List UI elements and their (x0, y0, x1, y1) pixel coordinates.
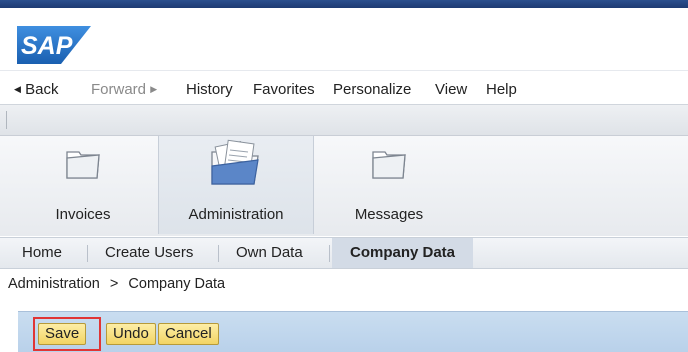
back-arrow-icon: ◀ (14, 84, 21, 94)
sap-logo: SAP (17, 26, 91, 64)
subnav-create-users[interactable]: Create Users (105, 238, 193, 268)
forward-label: Forward (91, 81, 147, 98)
documents-icon (211, 139, 259, 185)
forward-button[interactable]: Forward ▶ (91, 81, 157, 98)
subnav-separator (329, 245, 330, 262)
menu-view[interactable]: View (435, 81, 467, 98)
breadcrumb-current: Company Data (128, 276, 226, 292)
tab-messages[interactable]: Messages (312, 136, 466, 234)
header: SAP (0, 8, 688, 70)
undo-button[interactable]: Undo (106, 323, 156, 345)
breadcrumb-parent[interactable]: Administration (8, 276, 100, 292)
back-button[interactable]: ◀ Back (14, 81, 58, 98)
tab-administration-label: Administration (188, 206, 284, 223)
subnav-home[interactable]: Home (22, 238, 62, 268)
toolbar-divider (6, 111, 7, 129)
subnav-separator (218, 245, 219, 262)
tab-administration[interactable]: Administration (158, 136, 314, 234)
forward-arrow-icon: ▶ (150, 84, 158, 94)
folder-icon (372, 151, 406, 179)
menu-bar: ◀ Back Forward ▶ History Favorites Perso… (0, 70, 688, 105)
sap-logo-text: SAP (21, 32, 73, 60)
menu-history[interactable]: History (186, 81, 233, 98)
cancel-button[interactable]: Cancel (158, 323, 219, 345)
menu-personalize[interactable]: Personalize (333, 81, 411, 98)
save-button[interactable]: Save (38, 323, 87, 345)
breadcrumb-separator: > (109, 276, 119, 292)
subnav-separator (87, 245, 88, 262)
subnav-own-data[interactable]: Own Data (236, 238, 303, 268)
menu-favorites[interactable]: Favorites (253, 81, 315, 98)
folder-icon (66, 151, 100, 179)
tab-invoices-label: Invoices (55, 206, 111, 223)
back-label: Back (25, 81, 59, 98)
sub-navigation: Home Create Users Own Data Company Data (0, 237, 688, 269)
toolbar-strip (0, 104, 688, 136)
breadcrumb: Administration > Company Data (8, 276, 225, 292)
tab-messages-label: Messages (354, 206, 424, 223)
menu-help[interactable]: Help (486, 81, 517, 98)
tab-invoices[interactable]: Invoices (8, 136, 158, 234)
top-accent-bar (0, 0, 688, 8)
subnav-company-data[interactable]: Company Data (332, 238, 474, 268)
work-center-tabs: Invoices Administration Messages (0, 136, 688, 236)
action-toolbar: Save Undo Cancel (18, 311, 688, 352)
